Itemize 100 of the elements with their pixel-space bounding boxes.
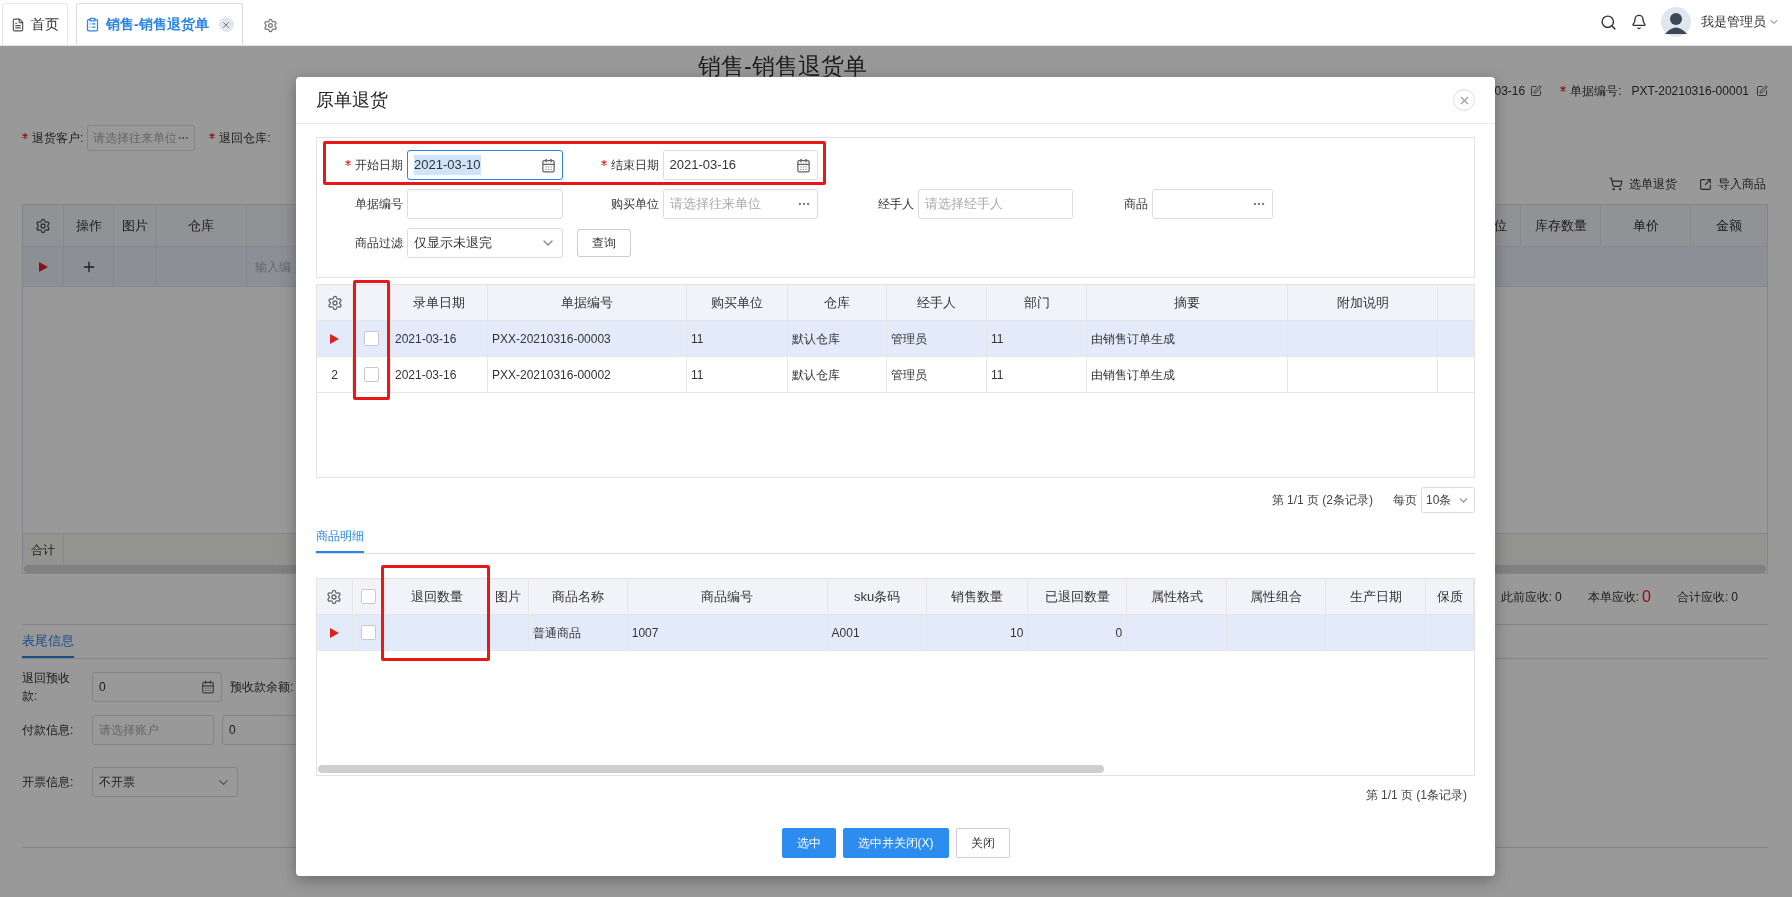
field-label: 购买单位 [610, 196, 659, 213]
table-cell-text: 11 [691, 366, 704, 384]
total-value: 0 [1642, 587, 1651, 607]
settings-icon[interactable] [35, 217, 51, 234]
field-label: 开票信息: [22, 774, 75, 791]
field-label: 开始日期 [355, 157, 403, 174]
row-pointer-icon [38, 261, 48, 272]
column-header: 图片 [488, 579, 529, 614]
row-pointer-icon [330, 333, 339, 344]
avatar-icon[interactable] [1661, 7, 1691, 37]
query-button[interactable]: 查询 [577, 229, 631, 257]
table-cell-text: 0 [1115, 624, 1123, 642]
field-label: 退货客户: [32, 130, 84, 147]
document-icon [11, 17, 25, 32]
scrollbar[interactable] [318, 765, 1104, 773]
calendar-icon [796, 157, 811, 173]
checkbox[interactable] [364, 331, 379, 346]
table-cell-text: 默认仓库 [792, 330, 840, 348]
pagination-info: 第 1/1 页 (1条记录) [1365, 787, 1467, 804]
field-label: 结束日期 [610, 157, 659, 174]
column-header: 仓库 [156, 205, 247, 246]
select-button[interactable]: 选中 [781, 828, 836, 858]
row-number: 2 [331, 366, 338, 384]
column-header: 录单日期 [391, 285, 488, 320]
doc-number: PXT-20210316-00001 [1631, 83, 1749, 100]
table-cell-text: 普通商品 [532, 624, 581, 642]
search-icon[interactable] [1600, 13, 1617, 31]
close-tab-button[interactable] [218, 17, 234, 32]
picker-field[interactable] [1152, 189, 1273, 219]
select-field[interactable]: 仅显示未退完 [407, 228, 563, 258]
row-pointer-icon [330, 627, 339, 638]
table-cell-text: 10 [1010, 624, 1024, 642]
column-header: 摘要 [1087, 285, 1288, 320]
table-cell-text: 默认仓库 [792, 366, 840, 384]
table-cell-text: 2021-03-16 [395, 330, 457, 348]
page-tab[interactable]: 首页 [2, 3, 68, 45]
close-dialog-button[interactable]: 关闭 [955, 828, 1010, 858]
total-label: 合计 [31, 541, 55, 559]
checkbox[interactable] [364, 367, 379, 382]
column-header: 购买单位 [687, 285, 788, 320]
page-tab[interactable]: 销售-销售退货单 [76, 3, 243, 45]
column-header: 生产日期 [1326, 579, 1427, 614]
field-label: 预收款余额: [230, 679, 294, 696]
column-header: 操作 [64, 205, 114, 246]
select-and-close-button[interactable]: 选中并关闭(X) [842, 828, 949, 858]
table-cell-text: 11 [991, 366, 1004, 384]
section-tab[interactable]: 商品明细 [316, 527, 364, 553]
bell-icon[interactable] [1631, 14, 1647, 30]
settings-icon[interactable] [262, 18, 278, 33]
column-header: 属性格式 [1127, 579, 1228, 614]
field-label: 付款信息: [22, 722, 75, 739]
table-cell-text: A001 [831, 624, 860, 642]
input-field[interactable]: 0 [92, 672, 222, 702]
edit-icon[interactable] [1756, 85, 1768, 97]
column-header: 销售数量 [927, 579, 1029, 614]
table-cell-text: 由销售订单生成 [1091, 330, 1175, 348]
column-header: 商品编号 [627, 579, 828, 614]
column-header: 已退回数量 [1028, 579, 1128, 614]
table-cell-text: 由销售订单生成 [1091, 366, 1175, 384]
table-cell-text: PXX-20210316-00003 [492, 330, 611, 348]
table-row[interactable]: 2021-03-16 PXX-20210316-00003 11 默认仓库 管理员 11 由销售订单生成 [317, 321, 1474, 357]
table-cell-text: 管理员 [891, 366, 927, 384]
select-order-return-link[interactable]: 选单退货 [1609, 175, 1677, 193]
field-label: 退回预收款: [22, 670, 71, 705]
column-header: 库存数量 [1520, 205, 1600, 246]
table-row[interactable]: 2 2021-03-16 PXX-20210316-00002 11 默认仓库 管理员 11 由销售订单生成 [317, 357, 1474, 393]
column-header: 经手人 [887, 285, 987, 320]
table-cell-text: 11 [691, 330, 704, 348]
date-field[interactable]: 2021-03-16 [662, 150, 818, 180]
select-field[interactable]: 不开票 [92, 767, 238, 797]
column-header: 单据编号 [488, 285, 687, 320]
input-field[interactable] [407, 189, 563, 219]
total-label: 合计应收: [1676, 589, 1729, 606]
settings-icon[interactable] [326, 294, 343, 311]
table-row[interactable]: 普通商品 1007 A001 10 0 [317, 615, 1474, 651]
column-header: 保质 [1426, 579, 1474, 614]
edit-icon[interactable] [1530, 85, 1543, 97]
column-header: 属性组合 [1227, 579, 1327, 614]
column-header: 图片 [114, 205, 156, 246]
column-header: 商品名称 [528, 579, 628, 614]
settings-icon[interactable] [326, 588, 343, 605]
page-size-select[interactable]: 10条 [1421, 487, 1475, 513]
table-cell-text: 管理员 [891, 330, 927, 348]
column-header: 单价 [1600, 205, 1690, 246]
page-title: 销售-销售退货单 [698, 53, 867, 79]
calendar-icon [541, 157, 556, 173]
user-name[interactable]: 我是管理员 [1701, 12, 1766, 32]
date-value: 03-16 [1494, 83, 1526, 100]
column-header: 仓库 [788, 285, 887, 320]
checkbox[interactable] [361, 625, 377, 640]
import-goods-link[interactable]: 导入商品 [1699, 175, 1766, 193]
total-label: 此前应收: [1500, 589, 1553, 606]
table-cell-text: 1007 [631, 624, 659, 642]
date-field[interactable]: 2021-03-10 [407, 150, 563, 180]
table-cell-text: 2021-03-16 [395, 366, 457, 384]
field-label: 商品过滤 [355, 235, 403, 252]
cart-icon [1609, 177, 1623, 191]
total-label: 本单应收: [1587, 589, 1640, 606]
checkbox[interactable] [361, 589, 377, 604]
column-header: 附加说明 [1288, 285, 1438, 320]
